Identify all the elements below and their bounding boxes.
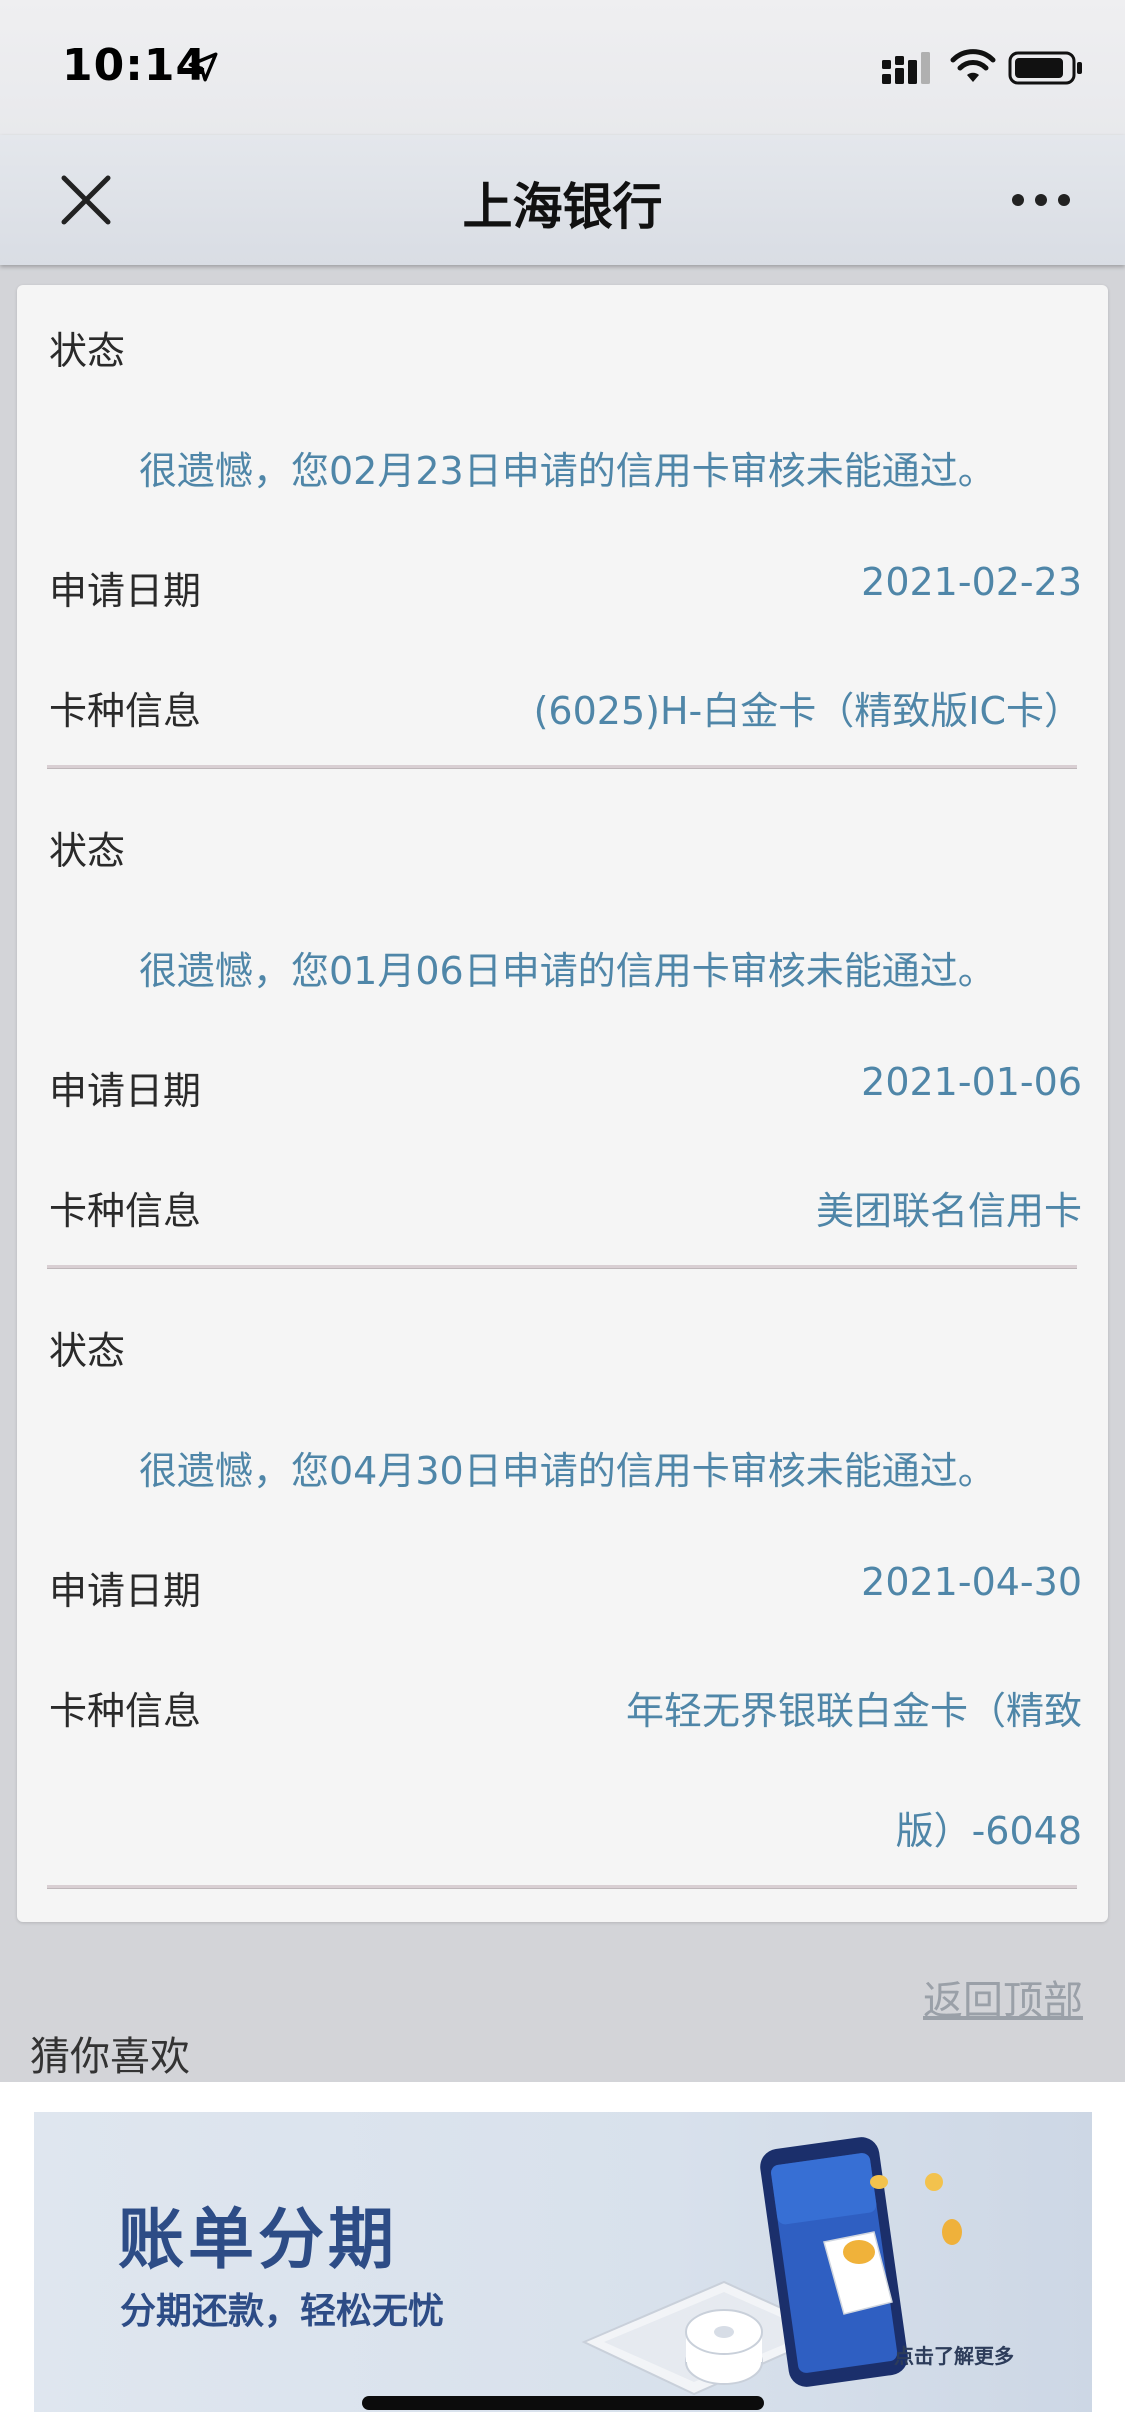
status-label: 状态: [49, 329, 126, 373]
card-info-value: (6025)H-白金卡（精致版IC卡）: [533, 689, 1082, 733]
status-message: 很遗憾，您04月30日申请的信用卡审核未能通过。: [139, 1449, 996, 1493]
location-arrow-icon: [188, 52, 218, 82]
card-info-label: 卡种信息: [49, 689, 202, 733]
apply-date-label: 申请日期: [49, 1069, 202, 1113]
card-info-value-line1: 年轻无界银联白金卡（精致: [625, 1689, 1082, 1733]
apply-date-value: 2021-04-30: [861, 1560, 1082, 1604]
recommend-heading: 猜你喜欢: [30, 2034, 190, 2080]
more-options-icon[interactable]: [1010, 190, 1072, 210]
application-records-card: 状态 很遗憾，您02月23日申请的信用卡审核未能通过。 申请日期 2021-02…: [17, 285, 1108, 1922]
card-info-value: 美团联名信用卡: [815, 1189, 1082, 1233]
apply-date-value: 2021-01-06: [861, 1060, 1082, 1104]
apply-date-value: 2021-02-23: [861, 560, 1082, 604]
card-info-value-line2: 版）-6048: [895, 1809, 1082, 1853]
apply-date-label: 申请日期: [49, 569, 202, 613]
divider: [47, 765, 1077, 769]
recommend-section: 账单分期 分期还款，轻松无忧 点击了解更多: [0, 2082, 1125, 2436]
home-indicator[interactable]: [362, 2396, 764, 2410]
battery-icon: [1008, 51, 1082, 85]
installment-banner[interactable]: 账单分期 分期还款，轻松无忧 点击了解更多: [34, 2112, 1092, 2412]
wifi-icon: [950, 49, 996, 82]
banner-subtitle: 分期还款，轻松无忧: [120, 2291, 445, 2332]
status-label: 状态: [49, 1329, 126, 1373]
navigation-bar: 上海银行: [0, 135, 1125, 265]
page-title: 上海银行: [462, 178, 663, 236]
divider: [47, 1885, 1077, 1889]
phone-bill-illustration-icon: [581, 2137, 962, 2396]
card-info-label: 卡种信息: [49, 1189, 202, 1233]
apply-date-label: 申请日期: [49, 1569, 202, 1613]
card-info-label: 卡种信息: [49, 1689, 202, 1733]
cellular-signal-icon: [882, 52, 930, 84]
status-message: 很遗憾，您02月23日申请的信用卡审核未能通过。: [139, 449, 996, 493]
status-label: 状态: [49, 829, 126, 873]
back-to-top-link[interactable]: 返回顶部: [923, 1968, 1083, 2026]
banner-title: 账单分期: [118, 2201, 398, 2278]
status-message: 很遗憾，您01月06日申请的信用卡审核未能通过。: [139, 949, 996, 993]
status-bar: 10:14: [0, 0, 1125, 135]
banner-learn-more[interactable]: 点击了解更多: [894, 2340, 1014, 2369]
divider: [47, 1265, 1077, 1269]
